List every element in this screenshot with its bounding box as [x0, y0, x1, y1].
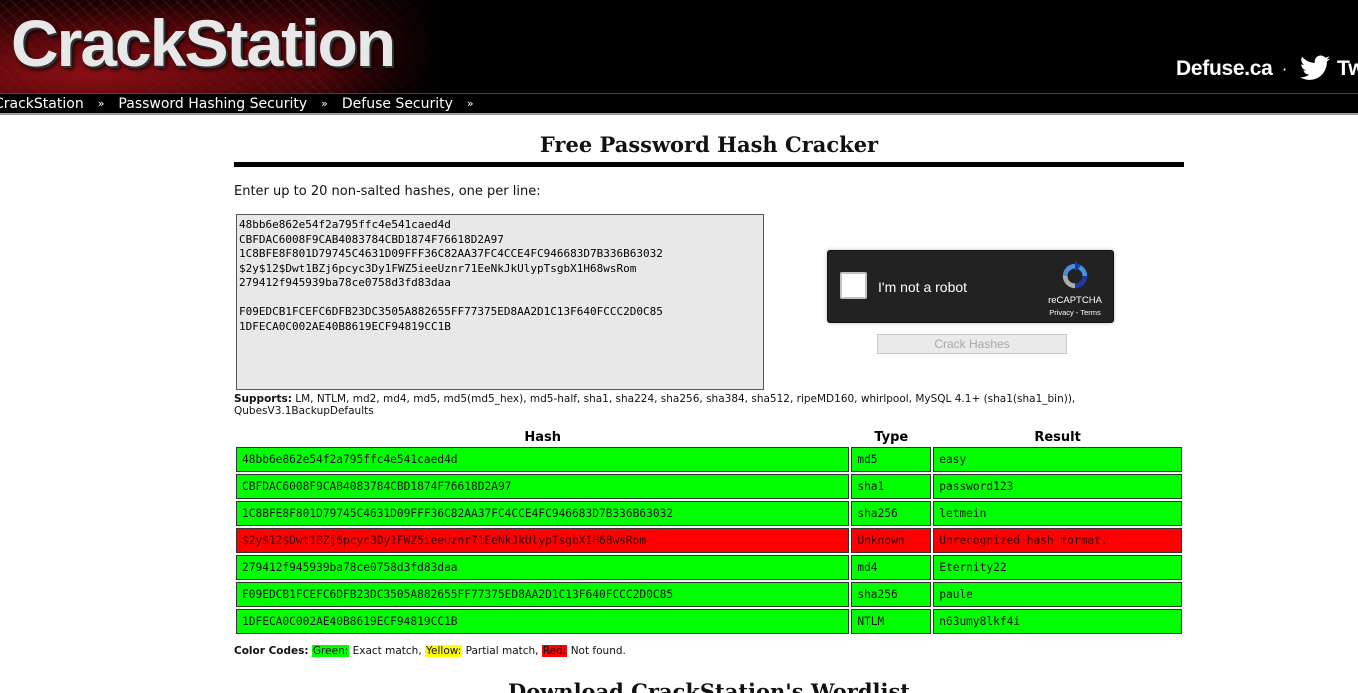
defuse-link[interactable]: Defuse.ca — [1176, 57, 1273, 81]
nav-item-label: CrackStation — [0, 95, 84, 112]
red-desc: Not found. — [567, 645, 626, 657]
type-cell: sha1 — [851, 474, 932, 499]
type-cell: sha256 — [851, 501, 932, 526]
type-cell: sha256 — [851, 582, 932, 607]
supported-formats: Supports: LM, NTLM, md2, md4, md5, md5(m… — [234, 393, 1184, 417]
double-chevron-down-icon: » — [97, 97, 105, 110]
type-cell: Unknown — [851, 528, 932, 553]
table-row: 1DFECA0C002AE40B8619ECF94819CC1B NTLM n63u… — [236, 609, 1182, 634]
green-desc: Exact match, — [349, 645, 425, 657]
yellow-desc: Partial match, — [462, 645, 542, 657]
header-separator: · — [1282, 60, 1288, 79]
result-cell: easy — [933, 447, 1182, 472]
hash-cell: F09EDCB1FCEFC6DFB23DC3505A882655FF77375E… — [236, 582, 850, 607]
header-hash: Hash — [524, 430, 561, 445]
color-codes-label: Color Codes: — [234, 645, 309, 657]
recaptcha-brand: reCAPTCHA — [1048, 295, 1102, 306]
main-nav: CrackStation » Password Hashing Security… — [0, 93, 1358, 115]
header-result: Result — [1034, 430, 1081, 445]
twitter-icon[interactable] — [1300, 55, 1330, 81]
type-cell: md5 — [851, 447, 932, 472]
hash-cell: 1C8BFE8F801D79745C4631D09FFF36C82AA37FC4… — [236, 501, 850, 526]
nav-item-crackstation[interactable]: CrackStation » — [0, 94, 118, 114]
table-row: CBFDAC6008F9CAB4083784CBD1874F76618D2A97… — [236, 474, 1182, 499]
recaptcha-label: I'm not a robot — [878, 279, 968, 295]
table-row: 48bb6e862e54f2a795ffc4e541caed4d md5 easy — [236, 447, 1182, 472]
supports-label: Supports: — [234, 393, 292, 405]
nav-item-password-hashing-security[interactable]: Password Hashing Security » — [118, 94, 341, 114]
hash-input[interactable] — [236, 214, 764, 390]
recaptcha-logo-icon — [1062, 261, 1088, 289]
recaptcha-terms-link[interactable]: Privacy - Terms — [1038, 308, 1112, 317]
type-cell: NTLM — [851, 609, 932, 634]
result-cell: Eternity22 — [933, 555, 1182, 580]
results-header-row: Hash Type Result — [236, 431, 1182, 445]
nav-item-label: Defuse Security — [341, 95, 453, 112]
color-codes-legend: Color Codes: Green: Exact match, Yellow:… — [234, 645, 626, 657]
hash-cell: $2y$12$Dwt1BZj6pcyc3Dy1FWZ5ieeUznr71EeNk… — [236, 528, 850, 553]
table-row: $2y$12$Dwt1BZj6pcyc3Dy1FWZ5ieeUznr71EeNk… — [236, 528, 1182, 553]
table-row: 1C8BFE8F801D79745C4631D09FFF36C82AA37FC4… — [236, 501, 1182, 526]
supports-list: LM, NTLM, md2, md4, md5, md5(md5_hex), m… — [234, 393, 1076, 417]
header-type: Type — [874, 430, 909, 445]
hash-cell: 1DFECA0C002AE40B8619ECF94819CC1B — [236, 609, 850, 634]
yellow-swatch: Yellow: — [425, 645, 463, 657]
nav-item-label: Password Hashing Security — [118, 95, 308, 112]
crack-hashes-button[interactable]: Crack Hashes — [877, 334, 1067, 354]
results-table: Hash Type Result 48bb6e862e54f2a795ffc4e… — [234, 429, 1184, 636]
twitter-link-text[interactable]: Tw — [1337, 57, 1358, 81]
double-chevron-down-icon: » — [321, 97, 328, 110]
recaptcha-widget: I'm not a robot reCAPTCHA Privacy - Term… — [827, 250, 1114, 323]
recaptcha-checkbox[interactable] — [840, 272, 867, 299]
hash-cell: 48bb6e862e54f2a795ffc4e541caed4d — [236, 447, 850, 472]
hash-cell: 279412f945939ba78ce0758d3fd83daa — [236, 555, 850, 580]
result-cell: paule — [933, 582, 1182, 607]
hash-cell: CBFDAC6008F9CAB4083784CBD1874F76618D2A97 — [236, 474, 850, 499]
crackstation-logo[interactable]: CrackStation — [11, 10, 396, 76]
type-cell: md4 — [851, 555, 932, 580]
title-divider — [234, 162, 1184, 167]
double-chevron-down-icon: » — [466, 97, 474, 110]
green-swatch: Green: — [311, 645, 350, 657]
table-row: 279412f945939ba78ce0758d3fd83daa md4 Etern… — [236, 555, 1182, 580]
site-header: CrackStation Defuse.ca · Tw — [0, 0, 1358, 93]
result-cell: Unrecognized hash format. — [933, 528, 1182, 553]
table-row: F09EDCB1FCEFC6DFB23DC3505A882655FF77375E… — [236, 582, 1182, 607]
nav-item-defuse-security[interactable]: Defuse Security » — [342, 94, 488, 114]
instructions-text: Enter up to 20 non-salted hashes, one pe… — [234, 184, 541, 199]
red-swatch: Red: — [541, 645, 568, 657]
page-title: Free Password Hash Cracker — [539, 132, 879, 157]
result-cell: letmein — [933, 501, 1182, 526]
result-cell: n63umy8lkf4i — [933, 609, 1182, 634]
result-cell: password123 — [933, 474, 1182, 499]
wordlist-heading: Download CrackStation's Wordlist — [508, 679, 910, 693]
